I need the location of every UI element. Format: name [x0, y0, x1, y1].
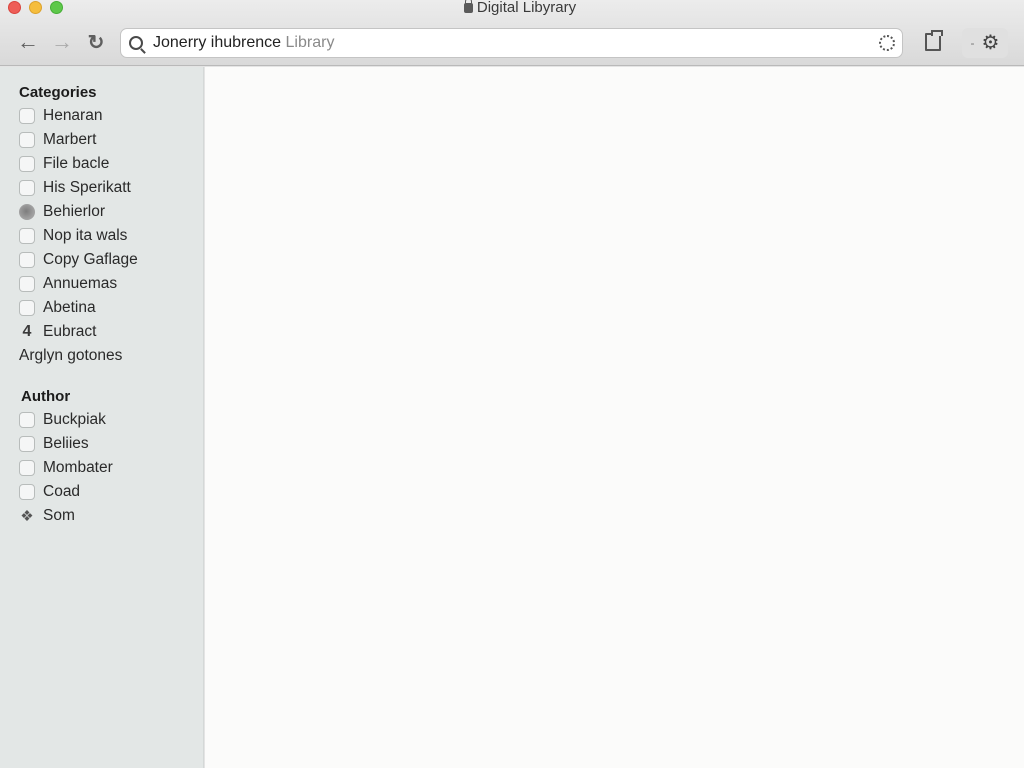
arrow-left-icon: ← [17, 29, 39, 54]
category-label: Henaran [43, 107, 103, 124]
checkbox[interactable] [19, 460, 35, 476]
author-heading: Author [21, 388, 71, 405]
checkbox[interactable] [19, 300, 35, 316]
category-label: Nop ita wals [43, 227, 128, 244]
category-item[interactable]: Behierlor [19, 202, 105, 222]
category-label: File bacle [43, 155, 110, 172]
address-suffix: Library [285, 34, 335, 51]
search-icon [129, 36, 143, 50]
address-text[interactable]: Jonerry ihubrence Library [153, 34, 334, 52]
category-label: Marbert [43, 131, 97, 148]
document-icon [925, 30, 943, 51]
address-query: Jonerry ihubrence [153, 34, 282, 51]
author-item[interactable]: ❖ Som [19, 506, 75, 526]
category-item[interactable]: Copy Gaflage [19, 250, 138, 270]
author-label: Mombater [43, 459, 113, 476]
category-item[interactable]: Arglyn gotones [19, 346, 122, 366]
address-bar[interactable]: Jonerry ihubrence Library [120, 28, 903, 58]
settings-button[interactable]: - ⚙ [962, 28, 1008, 58]
badge-icon: ❖ [20, 508, 34, 525]
category-item[interactable]: 4 Eubract [19, 322, 97, 342]
category-label: Arglyn gotones [19, 347, 123, 364]
author-item[interactable]: Buckpiak [19, 410, 106, 430]
category-item[interactable]: Marbert [19, 130, 96, 150]
author-label: Buckpiak [43, 411, 106, 428]
main-content-area [205, 67, 1024, 768]
checkbox[interactable] [19, 276, 35, 292]
category-label: Abetina [43, 299, 96, 316]
category-item[interactable]: Annuemas [19, 274, 117, 294]
window-title: Digital Libyrary [0, 0, 1024, 16]
category-label: Eubract [43, 323, 97, 340]
checkbox[interactable] [19, 436, 35, 452]
author-label: Coad [43, 483, 81, 500]
globe-icon [19, 204, 35, 220]
category-item[interactable]: Henaran [19, 106, 102, 126]
checkbox[interactable] [19, 412, 35, 428]
categories-heading: Categories [19, 84, 97, 101]
reload-icon: ↻ [87, 31, 105, 54]
checkbox[interactable] [19, 252, 35, 268]
settings-dash: - [970, 36, 975, 50]
window-title-text: Digital Libyrary [476, 0, 577, 16]
author-item[interactable]: Beliies [19, 434, 89, 454]
checkbox[interactable] [19, 180, 35, 196]
back-button[interactable]: ← [15, 29, 41, 55]
author-item[interactable]: Mombater [19, 458, 113, 478]
category-label: Behierlor [43, 203, 106, 220]
gear-icon: ⚙ [981, 32, 1000, 54]
category-item[interactable]: Nop ita wals [19, 226, 127, 246]
category-item[interactable]: Abetina [19, 298, 96, 318]
author-label: Som [43, 507, 75, 524]
number-four-icon: 4 [22, 323, 32, 340]
author-label: Beliies [43, 435, 89, 452]
bookmark-button[interactable] [923, 30, 943, 53]
category-label: Copy Gaflage [43, 251, 138, 268]
arrow-right-icon: → [51, 29, 73, 54]
checkbox[interactable] [19, 228, 35, 244]
category-label: His Sperikatt [43, 179, 131, 196]
forward-button[interactable]: → [49, 29, 75, 55]
checkbox[interactable] [19, 108, 35, 124]
loading-spinner-icon[interactable] [879, 35, 895, 51]
category-item[interactable]: His Sperikatt [19, 178, 131, 198]
checkbox[interactable] [19, 484, 35, 500]
sidebar: Categories Henaran Marbert File bacle Hi… [0, 67, 204, 768]
category-item[interactable]: File bacle [19, 154, 109, 174]
title-bar: Digital Libyrary ← → ↻ Jonerry ihubrence… [0, 0, 1024, 66]
author-item[interactable]: Coad [19, 482, 80, 502]
checkbox[interactable] [19, 132, 35, 148]
lock-icon [463, 0, 473, 13]
checkbox[interactable] [19, 156, 35, 172]
category-label: Annuemas [43, 275, 118, 292]
reload-button[interactable]: ↻ [83, 29, 109, 55]
